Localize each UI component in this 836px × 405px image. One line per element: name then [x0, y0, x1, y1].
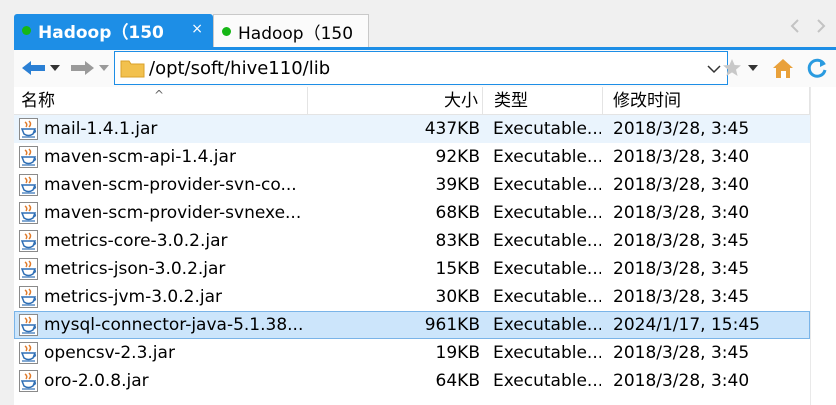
- forward-icon[interactable]: [68, 57, 96, 79]
- file-row[interactable]: maven-scm-provider-svnexe... 68KB Executab…: [14, 199, 810, 227]
- file-row[interactable]: mysql-connector-java-5.1.38... 961KB Execu…: [14, 311, 810, 339]
- back-icon[interactable]: [20, 57, 48, 79]
- file-size: 68KB: [435, 203, 480, 223]
- file-name: maven-scm-api-1.4.jar: [44, 147, 236, 167]
- jar-file-icon: [19, 370, 38, 392]
- file-type: Executable...: [493, 259, 601, 279]
- file-name: metrics-json-3.0.2.jar: [44, 259, 226, 279]
- file-name: maven-scm-provider-svnexe...: [44, 203, 302, 223]
- file-row[interactable]: metrics-json-3.0.2.jar 15KB Executable... 2…: [14, 255, 810, 283]
- file-modified-date: 2018/3/28, 3:45: [613, 287, 750, 307]
- file-modified-date: 2018/3/28, 3:40: [613, 371, 750, 391]
- file-name: metrics-jvm-3.0.2.jar: [44, 287, 223, 307]
- path-history-dropdown-icon[interactable]: [707, 59, 721, 78]
- file-size: 30KB: [435, 287, 480, 307]
- file-size: 437KB: [424, 119, 480, 139]
- tab-session-active[interactable]: Hadoop（150 ×: [14, 14, 213, 47]
- bookmark-dropdown-icon[interactable]: [747, 61, 759, 75]
- file-size: 961KB: [424, 315, 480, 335]
- file-type: Executable...: [493, 147, 601, 167]
- file-modified-date: 2018/3/28, 3:40: [613, 203, 750, 223]
- file-rows: mail-1.4.1.jar 437KB Executable... 2018/3/2…: [14, 115, 810, 395]
- file-modified-date: 2024/1/17, 15:45: [613, 315, 760, 335]
- file-size: 39KB: [435, 175, 480, 195]
- tab-close-icon[interactable]: ×: [191, 21, 203, 37]
- jar-file-icon: [19, 118, 38, 140]
- file-type: Executable...: [493, 231, 601, 251]
- column-header-size[interactable]: 大小: [308, 87, 483, 115]
- jar-file-icon: [19, 286, 38, 308]
- file-modified-date: 2018/3/28, 3:40: [613, 147, 750, 167]
- file-row[interactable]: opencsv-2.3.jar 19KB Executable... 2018/3/2…: [14, 339, 810, 367]
- jar-file-icon: [19, 230, 38, 252]
- current-path: /opt/soft/hive110/lib: [149, 57, 331, 79]
- bookmark-star-icon[interactable]: [721, 57, 743, 79]
- file-modified-date: 2018/3/28, 3:45: [613, 231, 750, 251]
- jar-file-icon: [19, 342, 38, 364]
- sort-ascending-icon: ^: [154, 88, 165, 102]
- jar-file-icon: [19, 174, 38, 196]
- jar-file-icon: [19, 146, 38, 168]
- file-type: Executable...: [493, 119, 601, 139]
- navigation-toolbar: /opt/soft/hive110/lib: [14, 47, 836, 87]
- jar-file-icon: [19, 202, 38, 224]
- file-row[interactable]: mail-1.4.1.jar 437KB Executable... 2018/3/2…: [14, 115, 810, 143]
- file-modified-date: 2018/3/28, 3:45: [613, 343, 750, 363]
- file-name: mysql-connector-java-5.1.38...: [44, 315, 304, 335]
- file-name: opencsv-2.3.jar: [44, 343, 175, 363]
- file-row[interactable]: maven-scm-api-1.4.jar 92KB Executable... 20…: [14, 143, 810, 171]
- file-size: 64KB: [435, 371, 480, 391]
- connection-status-icon: [222, 26, 231, 36]
- column-header-name[interactable]: 名称 ^: [14, 87, 308, 115]
- file-list-header: 名称 ^ 大小 类型 修改时间: [14, 87, 810, 115]
- file-name: oro-2.0.8.jar: [44, 371, 149, 391]
- home-icon[interactable]: [771, 56, 795, 80]
- file-modified-date: 2018/3/28, 3:45: [613, 119, 750, 139]
- tab-label: Hadoop（150: [38, 23, 164, 43]
- file-modified-date: 2018/3/28, 3:40: [613, 175, 750, 195]
- list-scroll-area: [810, 87, 836, 405]
- file-row[interactable]: maven-scm-provider-svn-co... 39KB Executab…: [14, 171, 810, 199]
- folder-icon: [120, 58, 145, 78]
- file-size: 92KB: [435, 147, 480, 167]
- file-type: Executable...: [493, 175, 601, 195]
- file-size: 19KB: [435, 343, 480, 363]
- refresh-icon[interactable]: [805, 56, 829, 80]
- file-list: 名称 ^ 大小 类型 修改时间 mail-1.4.1.jar 437KB Execu…: [14, 87, 836, 405]
- file-name: maven-scm-provider-svn-co...: [44, 175, 297, 195]
- tab-bar: Hadoop（150 × Hadoop（150: [0, 0, 836, 47]
- tab-session[interactable]: Hadoop（150: [213, 14, 369, 47]
- file-row[interactable]: oro-2.0.8.jar 64KB Executable... 2018/3/28,…: [14, 367, 810, 395]
- file-row[interactable]: metrics-core-3.0.2.jar 83KB Executable... 2…: [14, 227, 810, 255]
- column-header-modified[interactable]: 修改时间: [603, 87, 810, 115]
- forward-history-dropdown-icon[interactable]: [98, 61, 110, 75]
- file-size: 83KB: [435, 231, 480, 251]
- jar-file-icon: [19, 314, 38, 336]
- tab-label: Hadoop（150: [238, 23, 354, 44]
- tab-scroll-left-icon[interactable]: [790, 18, 800, 37]
- file-type: Executable...: [493, 315, 601, 335]
- file-size: 15KB: [435, 259, 480, 279]
- tab-scroll-right-icon[interactable]: [816, 18, 826, 37]
- file-row[interactable]: metrics-jvm-3.0.2.jar 30KB Executable... 20…: [14, 283, 810, 311]
- path-input[interactable]: /opt/soft/hive110/lib: [114, 51, 728, 85]
- file-type: Executable...: [493, 343, 601, 363]
- file-type: Executable...: [493, 203, 601, 223]
- jar-file-icon: [19, 258, 38, 280]
- connection-status-icon: [22, 26, 31, 35]
- file-name: mail-1.4.1.jar: [44, 119, 158, 139]
- column-header-type[interactable]: 类型: [483, 87, 603, 115]
- file-modified-date: 2018/3/28, 3:45: [613, 259, 750, 279]
- file-type: Executable...: [493, 287, 601, 307]
- file-name: metrics-core-3.0.2.jar: [44, 231, 228, 251]
- file-type: Executable...: [493, 371, 601, 391]
- back-history-dropdown-icon[interactable]: [49, 61, 61, 75]
